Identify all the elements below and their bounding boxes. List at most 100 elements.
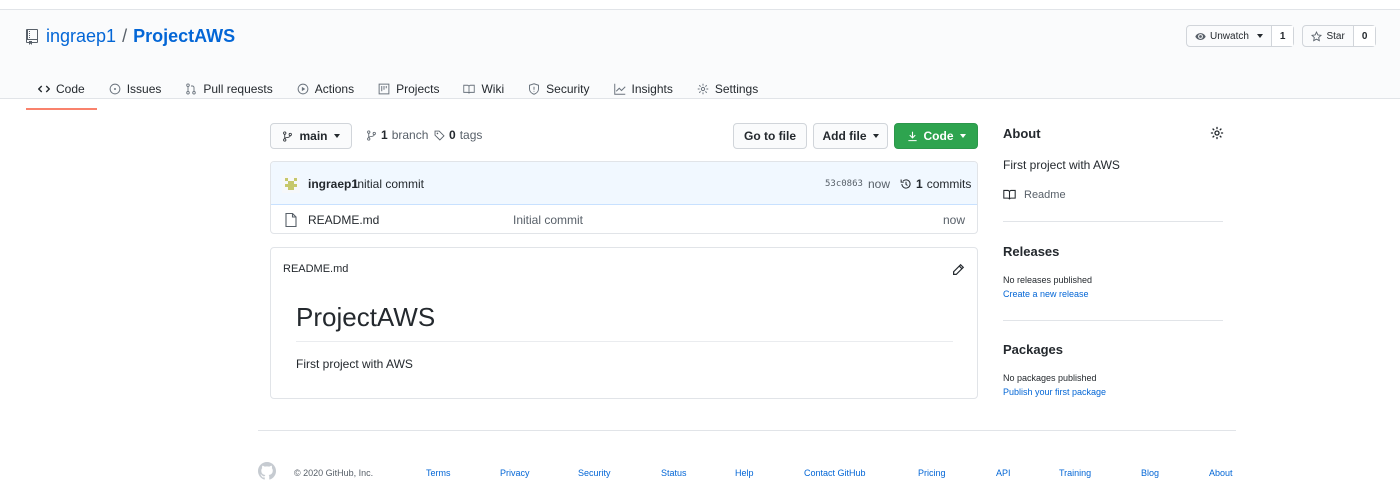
commits-link[interactable]: 1 commits <box>900 177 971 191</box>
branch-word: branch <box>391 128 429 142</box>
repo-actions: Unwatch 1 Star 0 <box>1186 25 1377 47</box>
code-button[interactable]: Code <box>894 123 978 149</box>
watch-label: Unwatch <box>1210 30 1249 42</box>
download-icon <box>907 131 918 142</box>
footer-link-terms[interactable]: Terms <box>426 468 451 478</box>
sidebar-divider <box>1003 221 1223 222</box>
tab-insights[interactable]: Insights <box>602 69 685 109</box>
avatar[interactable] <box>282 175 300 193</box>
tags-link[interactable]: 0 tags <box>434 128 482 142</box>
branch-name: main <box>299 129 328 143</box>
add-file-label: Add file <box>822 129 867 143</box>
footer-link-blog[interactable]: Blog <box>1141 468 1159 478</box>
releases-empty-text: No releases published <box>1003 275 1093 285</box>
chevron-down-icon <box>959 134 966 138</box>
branch-icon <box>366 129 377 141</box>
tab-label: Actions <box>314 82 355 96</box>
file-icon <box>285 212 297 228</box>
book-icon <box>463 83 476 95</box>
repo-icon <box>26 28 38 45</box>
code-icon <box>38 83 50 95</box>
commit-sha-link[interactable]: 53c0863 <box>825 179 863 189</box>
tab-label: Code <box>56 82 85 96</box>
tab-settings[interactable]: Settings <box>685 69 770 109</box>
pencil-icon[interactable] <box>951 263 965 277</box>
tab-projects[interactable]: Projects <box>366 69 451 109</box>
footer-copyright: © 2020 GitHub, Inc. <box>294 468 374 478</box>
about-description: First project with AWS <box>1003 158 1120 172</box>
readme-heading: ProjectAWS <box>296 302 436 332</box>
chevron-down-icon <box>1256 34 1263 38</box>
footer-link-api[interactable]: API <box>996 468 1011 478</box>
commit-message-link[interactable]: Initial commit <box>354 177 424 191</box>
readme-body: First project with AWS <box>296 357 413 371</box>
play-icon <box>297 83 309 95</box>
footer-link-contact[interactable]: Contact GitHub <box>804 468 866 478</box>
tab-pull-requests[interactable]: Pull requests <box>173 69 284 109</box>
footer-link-security[interactable]: Security <box>578 468 611 478</box>
footer-link-training[interactable]: Training <box>1059 468 1091 478</box>
tab-label: Security <box>546 82 590 96</box>
file-commit-message-link[interactable]: Initial commit <box>513 213 583 227</box>
latest-commit-row: ingraep1 Initial commit 53c0863 now 1 co… <box>271 162 977 205</box>
star-button-group: Star 0 <box>1302 25 1377 47</box>
tab-security[interactable]: Security <box>516 69 601 109</box>
repo-header: ingraep1 / ProjectAWS Unwatch 1 Star 0 C… <box>0 10 1400 110</box>
tab-code[interactable]: Code <box>26 69 97 110</box>
footer-link-status[interactable]: Status <box>661 468 687 478</box>
commit-author-link[interactable]: ingraep1 <box>308 177 358 191</box>
footer-link-about[interactable]: About <box>1209 468 1233 478</box>
star-label: Star <box>1326 30 1345 42</box>
branches-link[interactable]: 1 branch <box>366 128 428 142</box>
packages-empty-text: No packages published <box>1003 373 1097 383</box>
branch-select-button[interactable]: main <box>270 123 352 149</box>
go-to-file-label: Go to file <box>744 129 796 143</box>
graph-icon <box>613 83 626 95</box>
book-icon <box>1003 188 1016 201</box>
tab-issues[interactable]: Issues <box>97 69 174 109</box>
footer-link-privacy[interactable]: Privacy <box>500 468 530 478</box>
issue-icon <box>109 83 121 95</box>
create-release-link[interactable]: Create a new release <box>1003 289 1089 299</box>
tab-wiki[interactable]: Wiki <box>451 69 516 109</box>
commit-time: now <box>868 177 891 191</box>
gear-icon <box>697 83 709 95</box>
tag-icon <box>434 130 445 141</box>
readme-filename: README.md <box>283 263 349 275</box>
github-logo-icon[interactable] <box>258 462 276 480</box>
shield-icon <box>528 83 540 95</box>
footer-link-help[interactable]: Help <box>735 468 754 478</box>
tab-label: Projects <box>396 82 440 96</box>
readme-link[interactable]: Readme <box>1003 188 1066 201</box>
go-to-file-button[interactable]: Go to file <box>733 123 807 149</box>
star-button[interactable]: Star <box>1303 26 1352 46</box>
star-count[interactable]: 0 <box>1352 26 1376 46</box>
repo-title: ingraep1 / ProjectAWS <box>26 26 235 47</box>
list-item: README.md Initial commit now <box>271 205 977 233</box>
file-toolbar: main 1 branch 0 tags Go to file Add file… <box>270 123 978 149</box>
releases-heading[interactable]: Releases <box>1003 244 1059 259</box>
file-list: ingraep1 Initial commit 53c0863 now 1 co… <box>270 161 978 234</box>
about-heading: About <box>1003 126 1041 141</box>
add-file-button[interactable]: Add file <box>813 123 888 149</box>
sidebar-divider <box>1003 320 1223 321</box>
watch-button[interactable]: Unwatch <box>1187 26 1271 46</box>
history-icon <box>900 178 912 190</box>
top-bar <box>0 0 1400 10</box>
gear-icon[interactable] <box>1210 126 1224 140</box>
branch-icon <box>282 130 293 142</box>
tab-actions[interactable]: Actions <box>285 69 366 109</box>
repo-owner-link[interactable]: ingraep1 <box>46 26 116 47</box>
readme-divider <box>296 341 953 342</box>
file-name-link[interactable]: README.md <box>308 213 379 227</box>
footer-link-pricing[interactable]: Pricing <box>918 468 946 478</box>
publish-package-link[interactable]: Publish your first package <box>1003 387 1106 397</box>
commit-count-word: commits <box>926 177 972 191</box>
packages-heading[interactable]: Packages <box>1003 342 1063 357</box>
star-icon <box>1311 30 1323 42</box>
watch-count[interactable]: 1 <box>1270 26 1294 46</box>
tab-label: Wiki <box>481 82 505 96</box>
tab-label: Settings <box>714 82 759 96</box>
repo-name-link[interactable]: ProjectAWS <box>133 26 235 47</box>
commit-count: 1 <box>916 177 923 191</box>
